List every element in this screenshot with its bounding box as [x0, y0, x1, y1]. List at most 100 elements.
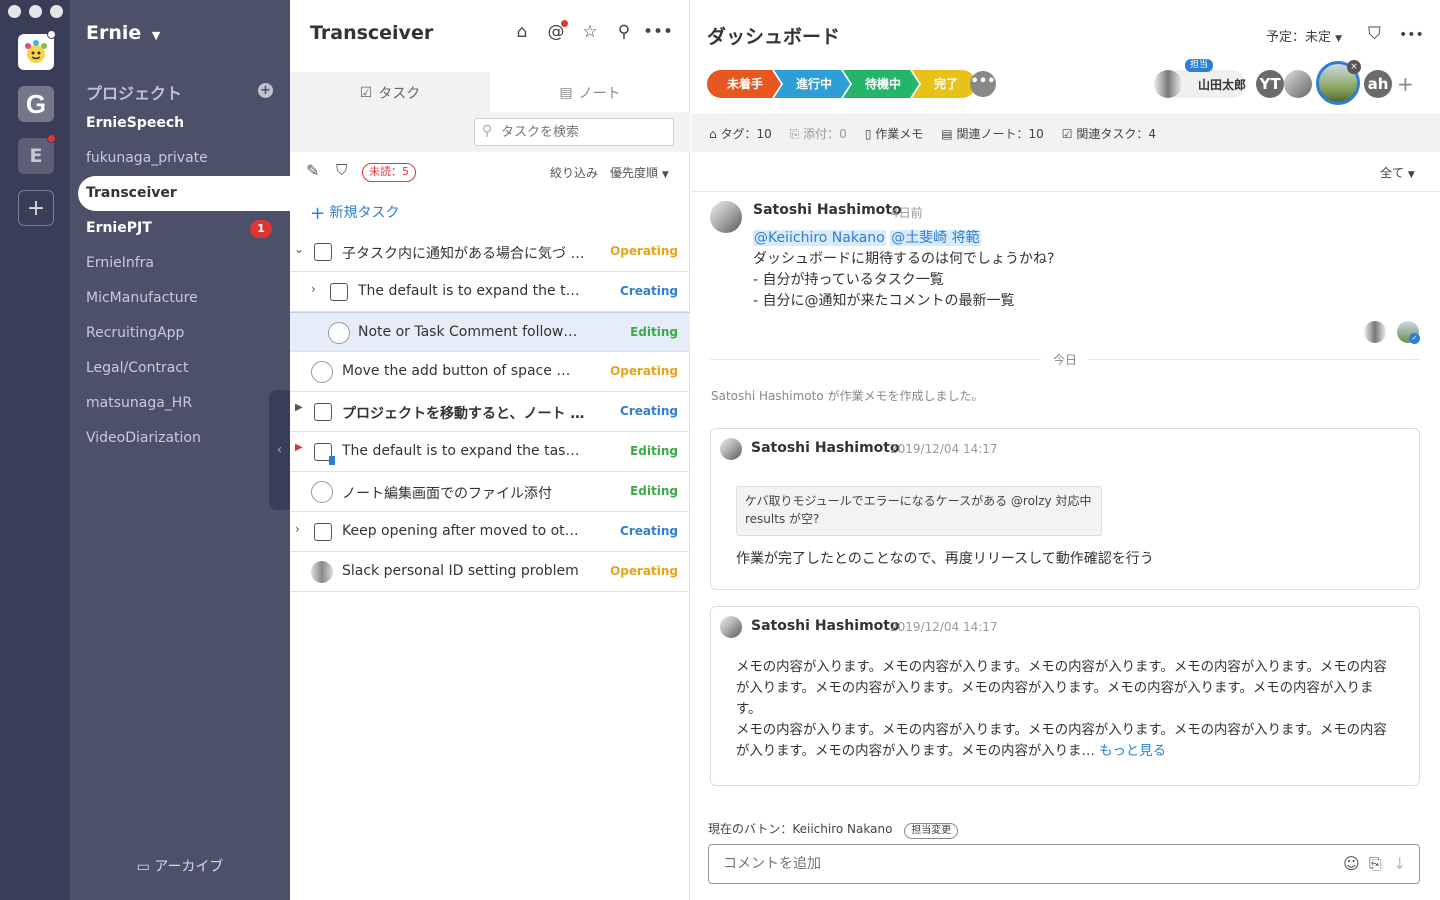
task-row[interactable]: ⌄ 子タスク内に通知がある場合に気づ … Operating [290, 232, 690, 272]
task-group-icon [314, 523, 332, 541]
triangle-right-icon[interactable]: ▶ [295, 442, 303, 453]
tab-note[interactable]: ▤ ノート [490, 72, 690, 114]
stage-waiting[interactable]: 待機中 [843, 70, 919, 98]
member-avatar[interactable]: YT [1256, 70, 1284, 98]
task-row[interactable]: › The default is to expand the task Crea… [290, 272, 690, 312]
task-title: ダッシュボード [707, 26, 841, 48]
member-avatar[interactable] [1284, 70, 1312, 98]
workspace-ernie-icon[interactable] [18, 30, 56, 70]
project-toolbar: ⌂ @ ☆ ⚲ ••• [512, 20, 673, 42]
sort-dropdown[interactable]: 優先度順 ▼ [610, 164, 669, 181]
send-icon[interactable]: ↓ [1393, 854, 1406, 873]
mention-link[interactable]: @土斐崎 将範 [890, 230, 981, 246]
assignee-tag: 担当 [1185, 59, 1214, 72]
task-row[interactable]: ▶ The default is to expand the task tree… [290, 432, 690, 472]
edit-icon[interactable]: ✎ [306, 161, 319, 180]
quoted-message: ケバ取りモジュールでエラーになるケースがある @rolzy 対応中 result… [736, 486, 1102, 536]
stage-more-button[interactable]: ••• [970, 71, 996, 97]
bookmark-icon[interactable]: ⛉ [336, 161, 347, 179]
task-panel: Transceiver ⌂ @ ☆ ⚲ ••• ☑タスク ▤ノート ⚲ ✎ ⛉ … [290, 0, 690, 900]
ernie-logo-icon [25, 40, 47, 63]
change-assignee-button[interactable]: 担当変更 [904, 823, 959, 839]
stage-in-progress[interactable]: 進行中 [774, 70, 850, 98]
search-icon: ⚲ [482, 123, 493, 139]
task-row[interactable]: › Keep opening after moved to other … Cr… [290, 512, 690, 552]
maximize-window-button[interactable] [50, 5, 63, 18]
add-member-icon[interactable]: + [1397, 72, 1414, 96]
new-task-button[interactable]: + 新規タスク [310, 202, 400, 224]
memo-card[interactable]: Satoshi Hashimoto 2019/12/04 14:17 メモの内容… [710, 606, 1420, 786]
paperclip-icon: ⎘ [789, 126, 800, 141]
sidebar-item-project[interactable]: RecruitingApp [78, 316, 290, 351]
system-message: Satoshi Hashimoto が作業メモを作成しました。 [711, 389, 984, 403]
sidebar-item-project[interactable]: VideoDiarization [78, 421, 290, 456]
related-notes-link[interactable]: ▤ 関連ノート：10 [941, 125, 1043, 142]
tags-link[interactable]: ⌂ タグ：10 [709, 125, 772, 142]
add-workspace-button[interactable]: + [18, 190, 54, 226]
sidebar-item-project[interactable]: Legal/Contract [78, 351, 290, 386]
bookmark-icon [329, 456, 335, 465]
member-avatar[interactable]: ah [1364, 70, 1392, 98]
read-avatar [1364, 321, 1386, 343]
tag-icon: ⌂ [709, 126, 717, 141]
status-badge: Creating [620, 284, 678, 298]
mention-icon[interactable]: @ [546, 20, 568, 42]
workspace-google-icon[interactable]: G [18, 86, 54, 122]
task-search-input[interactable] [474, 118, 674, 146]
chevron-right-icon[interactable]: › [295, 522, 300, 536]
avatar-icon [328, 322, 350, 344]
sidebar-item-project[interactable]: ErnieInfra [78, 246, 290, 281]
minimize-window-button[interactable] [29, 5, 42, 18]
sidebar-item-project[interactable]: Transceiver [78, 176, 290, 211]
add-project-button[interactable]: + [258, 83, 273, 98]
mention-link[interactable]: @Keiichiro Nakano [753, 230, 886, 246]
sidebar-item-project[interactable]: ErniePJT 1 [78, 211, 290, 246]
schedule-dropdown[interactable]: 予定：未定 ▼ [1266, 26, 1342, 45]
tab-task[interactable]: ☑ タスク [290, 72, 490, 114]
home-icon[interactable]: ⌂ [512, 22, 532, 42]
workspace-switcher[interactable]: Ernie ▼ [86, 22, 160, 44]
bookmark-icon[interactable]: ⛉ [1368, 24, 1381, 44]
archive-button[interactable]: ▭ アーカイブ [70, 856, 290, 876]
task-row[interactable]: ▶ プロジェクトを移動すると、ノート … Creating [290, 392, 690, 432]
stage-not-started[interactable]: 未着手 [707, 70, 781, 98]
memo-link[interactable]: ▯ 作業メモ [865, 125, 923, 142]
workspace-e-icon[interactable]: E [18, 134, 56, 174]
avatar [720, 438, 742, 460]
comment-time: 2019/12/04 14:17 [890, 442, 998, 456]
stage-done[interactable]: 完了 [912, 70, 977, 98]
task-group-icon [330, 283, 348, 301]
show-more-link[interactable]: もっと見る [1099, 744, 1166, 759]
comment-input[interactable] [708, 844, 1420, 884]
sidebar-item-project[interactable]: matsunaga_HR [78, 386, 290, 421]
collapse-sidebar-button[interactable]: ‹ [269, 390, 290, 510]
chevron-right-icon[interactable]: › [311, 282, 316, 296]
filter-button[interactable]: 絞り込み [550, 164, 598, 181]
more-icon[interactable]: ••• [1399, 27, 1424, 43]
task-row[interactable]: ノート編集画面でのファイル添付 Editing [290, 472, 690, 512]
remove-member-icon[interactable]: × [1347, 60, 1361, 74]
plus-icon: + [310, 203, 326, 224]
star-icon[interactable]: ☆ [580, 22, 600, 42]
comment-body: メモの内容が入ります。メモの内容が入ります。メモの内容が入ります。メモの内容が入… [736, 660, 1387, 759]
chevron-down-icon[interactable]: ⌄ [294, 242, 304, 256]
unread-filter-badge[interactable]: 未読：5 [362, 163, 416, 182]
sidebar-item-project[interactable]: MicManufacture [78, 281, 290, 316]
related-tasks-link[interactable]: ☑ 関連タスク：4 [1062, 125, 1156, 142]
paperclip-icon[interactable]: ⎘ [1369, 854, 1382, 874]
memo-card[interactable]: Satoshi Hashimoto 2019/12/04 14:17 ケバ取りモ… [710, 428, 1420, 590]
task-row[interactable]: Move the add button of space … Operating [290, 352, 690, 392]
attachments-link[interactable]: ⎘ 添付：0 [790, 125, 847, 142]
task-row[interactable]: Note or Task Comment follow … Editing [290, 312, 690, 352]
emoji-icon[interactable]: ☺ [1343, 854, 1360, 873]
sidebar-item-project[interactable]: fukunaga_private [78, 141, 290, 176]
avatar-icon [311, 561, 333, 583]
notification-dot-icon [47, 134, 56, 143]
sidebar-item-project[interactable]: ErnieSpeech [78, 106, 290, 141]
triangle-right-icon[interactable]: ▶ [295, 402, 303, 413]
more-icon[interactable]: ••• [643, 22, 673, 42]
search-icon[interactable]: ⚲ [614, 22, 634, 42]
comment-filter-dropdown[interactable]: 全て ▼ [1380, 164, 1415, 181]
task-row[interactable]: Slack personal ID setting problem Operat… [290, 552, 690, 592]
close-window-button[interactable] [8, 5, 21, 18]
